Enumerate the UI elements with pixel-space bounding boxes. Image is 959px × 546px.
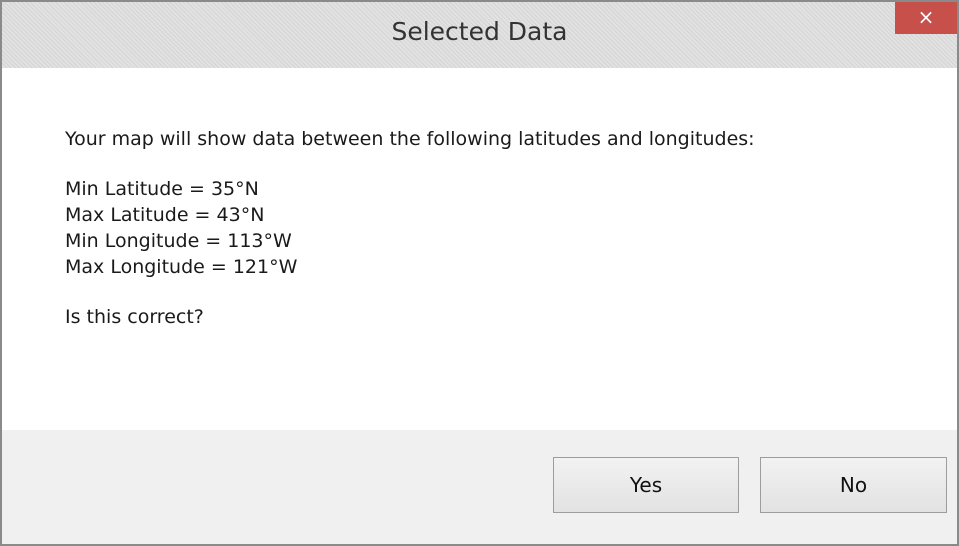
- button-bar: Yes No: [2, 430, 957, 544]
- max-longitude-text: Max Longitude = 121°W: [65, 256, 298, 278]
- min-latitude-text: Min Latitude = 35°N: [65, 178, 259, 200]
- message-area: Your map will show data between the foll…: [2, 68, 957, 430]
- min-longitude-text: Min Longitude = 113°W: [65, 230, 292, 252]
- close-icon: ×: [917, 5, 935, 29]
- confirmation-question: Is this correct?: [65, 306, 204, 328]
- yes-button[interactable]: Yes: [553, 457, 739, 513]
- selected-data-dialog: Selected Data × Your map will show data …: [0, 0, 959, 546]
- close-button[interactable]: ×: [895, 2, 957, 34]
- title-bar[interactable]: Selected Data ×: [2, 2, 957, 68]
- dialog-title: Selected Data: [391, 17, 568, 46]
- no-button[interactable]: No: [760, 457, 947, 513]
- max-latitude-text: Max Latitude = 43°N: [65, 204, 265, 226]
- intro-text: Your map will show data between the foll…: [65, 128, 755, 150]
